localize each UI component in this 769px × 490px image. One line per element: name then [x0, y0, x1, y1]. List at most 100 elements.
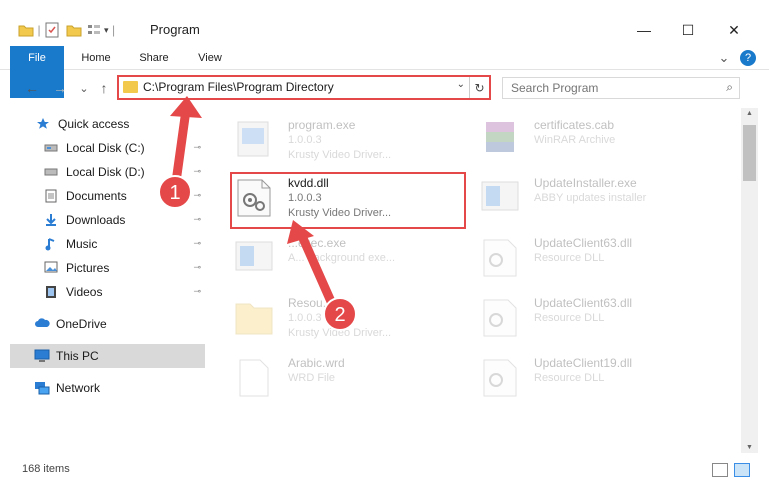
music-icon — [44, 237, 60, 251]
videos-icon — [44, 285, 60, 299]
pin-icon[interactable]: ⊸ — [193, 166, 201, 177]
search-box[interactable]: ⌕ — [502, 77, 740, 99]
properties-icon[interactable] — [44, 22, 60, 38]
tab-home[interactable]: Home — [74, 46, 118, 70]
list-item[interactable]: UpdateInstaller.exe ABBY updates install… — [480, 172, 720, 224]
address-path[interactable]: C:\Program Files\Program Directory — [143, 80, 334, 94]
sidebar-item-label: Local Disk (D:) — [66, 165, 145, 179]
tab-share[interactable]: Share — [132, 46, 176, 70]
exe-file-icon — [234, 236, 274, 278]
list-item[interactable]: ...exec.exe A... background exe... — [234, 232, 474, 284]
file-name: certificates.cab — [534, 118, 615, 132]
sidebar-item-label: Pictures — [66, 261, 110, 275]
file-type: WinRAR Archive — [534, 134, 616, 146]
pin-icon[interactable]: ⊸ — [193, 214, 201, 225]
pin-icon[interactable]: ⊸ — [193, 238, 201, 249]
sidebar-item-music[interactable]: Music ⊸ — [44, 232, 205, 256]
pictures-icon — [44, 261, 60, 275]
dll-gear-file-icon — [480, 356, 520, 398]
pin-icon[interactable]: ⊸ — [193, 142, 201, 153]
scroll-up-icon[interactable]: ▲ — [741, 110, 758, 117]
sidebar-item-local-disk-c[interactable]: Local Disk (C:) ⊸ — [44, 136, 205, 160]
list-item[interactable]: certificates.cab WinRAR Archive — [480, 114, 720, 166]
documents-icon — [44, 189, 60, 203]
list-item[interactable]: UpdateClient63.dll Resource DLL — [480, 292, 720, 344]
list-item[interactable]: Resou... 1.0.0.3 Krusty Video Driver... — [234, 292, 474, 344]
back-button[interactable]: ← — [22, 78, 42, 98]
sidebar-item-network[interactable]: Network — [34, 376, 205, 400]
search-icon: ⌕ — [726, 80, 733, 94]
address-dropdown-icon[interactable]: ⌄ — [457, 79, 465, 90]
file-type: Resource DLL — [534, 372, 605, 384]
list-item[interactable]: Arabic.wrd WRD File — [234, 352, 474, 404]
sidebar-item-this-pc[interactable]: This PC — [10, 344, 205, 368]
sidebar-item-label: OneDrive — [56, 317, 107, 331]
sidebar-item-onedrive[interactable]: OneDrive — [34, 312, 205, 336]
file-name: Resou... — [288, 296, 333, 310]
file-description: A... background exe... — [288, 252, 396, 264]
folder-icon[interactable] — [18, 22, 34, 38]
network-icon — [34, 381, 50, 395]
highlight-box — [230, 172, 466, 229]
toolbar-divider: | — [111, 23, 116, 37]
file-description: Krusty Video Driver... — [288, 149, 392, 161]
pin-icon[interactable]: ⊸ — [193, 286, 201, 297]
folder-icon — [123, 81, 138, 93]
list-item[interactable]: UpdateClient19.dll Resource DLL — [480, 352, 720, 404]
file-type: Resource DLL — [534, 312, 605, 324]
scroll-down-icon[interactable]: ▼ — [741, 444, 758, 451]
file-name: UpdateClient63.dll — [534, 296, 633, 310]
downloads-icon — [44, 213, 60, 227]
minimize-button[interactable]: — — [624, 18, 664, 42]
sidebar-item-label: Quick access — [58, 117, 130, 131]
sidebar-item-local-disk-d[interactable]: Local Disk (D:) ⊸ — [44, 160, 205, 184]
list-item[interactable]: program.exe 1.0.0.3 Krusty Video Driver.… — [234, 114, 474, 166]
winrar-archive-icon — [480, 118, 520, 160]
file-name: UpdateClient63.dll — [534, 236, 633, 250]
pin-icon[interactable]: ⊸ — [193, 262, 201, 273]
scrollbar-thumb[interactable] — [743, 125, 756, 181]
star-icon — [36, 117, 52, 131]
tab-view[interactable]: View — [188, 46, 232, 70]
exe-file-icon — [234, 118, 274, 160]
sidebar-item-quick-access[interactable]: Quick access — [36, 112, 205, 136]
status-bar: 168 items — [0, 455, 769, 490]
cloud-icon — [34, 317, 50, 331]
file-name: program.exe — [288, 118, 356, 132]
sidebar-item-documents[interactable]: Documents ⊸ — [44, 184, 205, 208]
refresh-button[interactable]: ↻ — [469, 77, 489, 98]
ribbon-expand-icon[interactable]: ⌄ — [716, 46, 732, 70]
new-folder-icon[interactable] — [66, 22, 82, 38]
file-description: ABBY updates installer — [534, 192, 647, 204]
list-item[interactable]: UpdateClient63.dll Resource DLL — [480, 232, 720, 284]
tiles-view-button[interactable] — [734, 463, 750, 477]
file-type: Resource DLL — [534, 252, 605, 264]
vertical-scrollbar[interactable]: ▲ ▼ — [741, 108, 758, 453]
search-input[interactable] — [511, 78, 711, 98]
title-bar: | ▾ | Program — ☐ ✕ — [0, 0, 769, 44]
pin-icon[interactable]: ⊸ — [193, 190, 201, 201]
maximize-button[interactable]: ☐ — [668, 18, 708, 42]
recent-locations-button[interactable]: ⌄ — [74, 78, 94, 98]
sidebar-item-label: Videos — [66, 285, 103, 299]
file-name: UpdateInstaller.exe — [534, 176, 637, 190]
close-button[interactable]: ✕ — [714, 18, 754, 42]
sidebar-item-label: Local Disk (C:) — [66, 141, 145, 155]
file-type: WRD File — [288, 372, 336, 384]
sidebar-item-downloads[interactable]: Downloads ⊸ — [44, 208, 205, 232]
sidebar-item-label: Documents — [66, 189, 127, 203]
sidebar-item-videos[interactable]: Videos ⊸ — [44, 280, 205, 304]
quick-access-toolbar: | ▾ | — [18, 20, 119, 40]
dll-gear-file-icon — [480, 296, 520, 338]
view-options-icon[interactable] — [86, 22, 102, 38]
up-button[interactable]: ↑ — [94, 78, 114, 98]
forward-button[interactable]: → — [50, 78, 70, 98]
sidebar-item-pictures[interactable]: Pictures ⊸ — [44, 256, 205, 280]
address-bar[interactable]: C:\Program Files\Program Directory ⌄ ↻ — [117, 75, 491, 100]
blank-file-icon — [234, 356, 274, 398]
help-icon[interactable]: ? — [740, 50, 756, 66]
file-description: Krusty Video Driver... — [288, 327, 392, 339]
sidebar-item-label: Downloads — [66, 213, 126, 227]
exe-file-icon — [480, 176, 520, 218]
details-view-button[interactable] — [712, 463, 728, 477]
